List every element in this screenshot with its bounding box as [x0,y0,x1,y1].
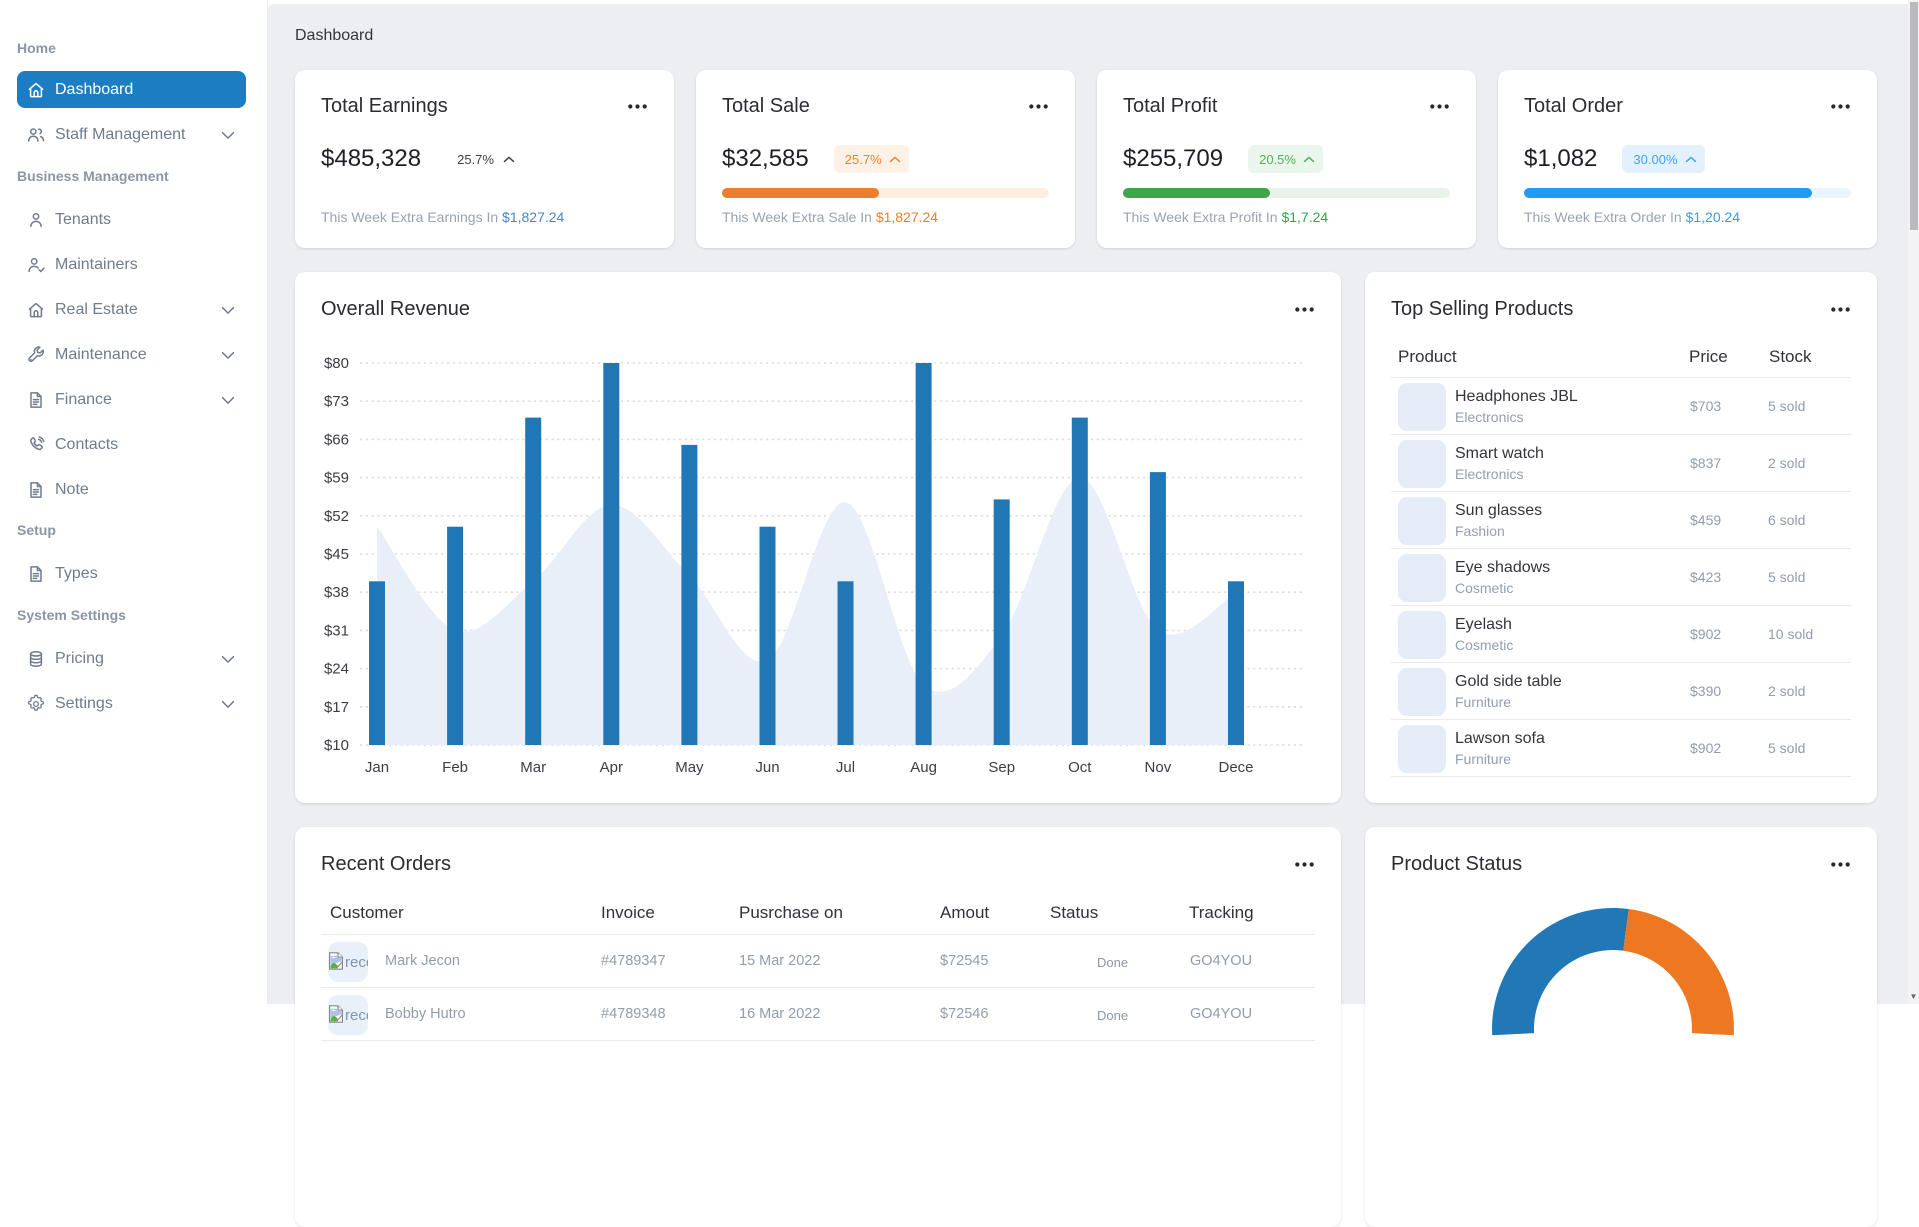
svg-text:$73: $73 [324,393,349,410]
svg-text:$38: $38 [324,584,349,601]
svg-text:$66: $66 [324,431,349,448]
svg-text:Jun: Jun [755,759,779,776]
svg-text:Nov: Nov [1145,759,1172,776]
svg-text:$59: $59 [324,470,349,487]
svg-text:$10: $10 [324,737,349,754]
svg-text:Jan: Jan [365,759,389,776]
svg-text:$24: $24 [324,661,349,678]
svg-text:Aug: Aug [910,759,937,776]
svg-text:May: May [675,759,704,776]
svg-text:$31: $31 [324,622,349,639]
svg-text:Feb: Feb [442,759,468,776]
svg-text:Dece: Dece [1218,759,1253,776]
svg-text:Jul: Jul [836,759,855,776]
svg-text:$52: $52 [324,508,349,525]
svg-text:Sep: Sep [988,759,1015,776]
svg-text:$45: $45 [324,546,349,563]
svg-text:Oct: Oct [1068,759,1092,776]
svg-text:Apr: Apr [600,759,623,776]
svg-text:Mar: Mar [520,759,546,776]
svg-text:$80: $80 [324,355,349,372]
svg-text:$17: $17 [324,699,349,716]
